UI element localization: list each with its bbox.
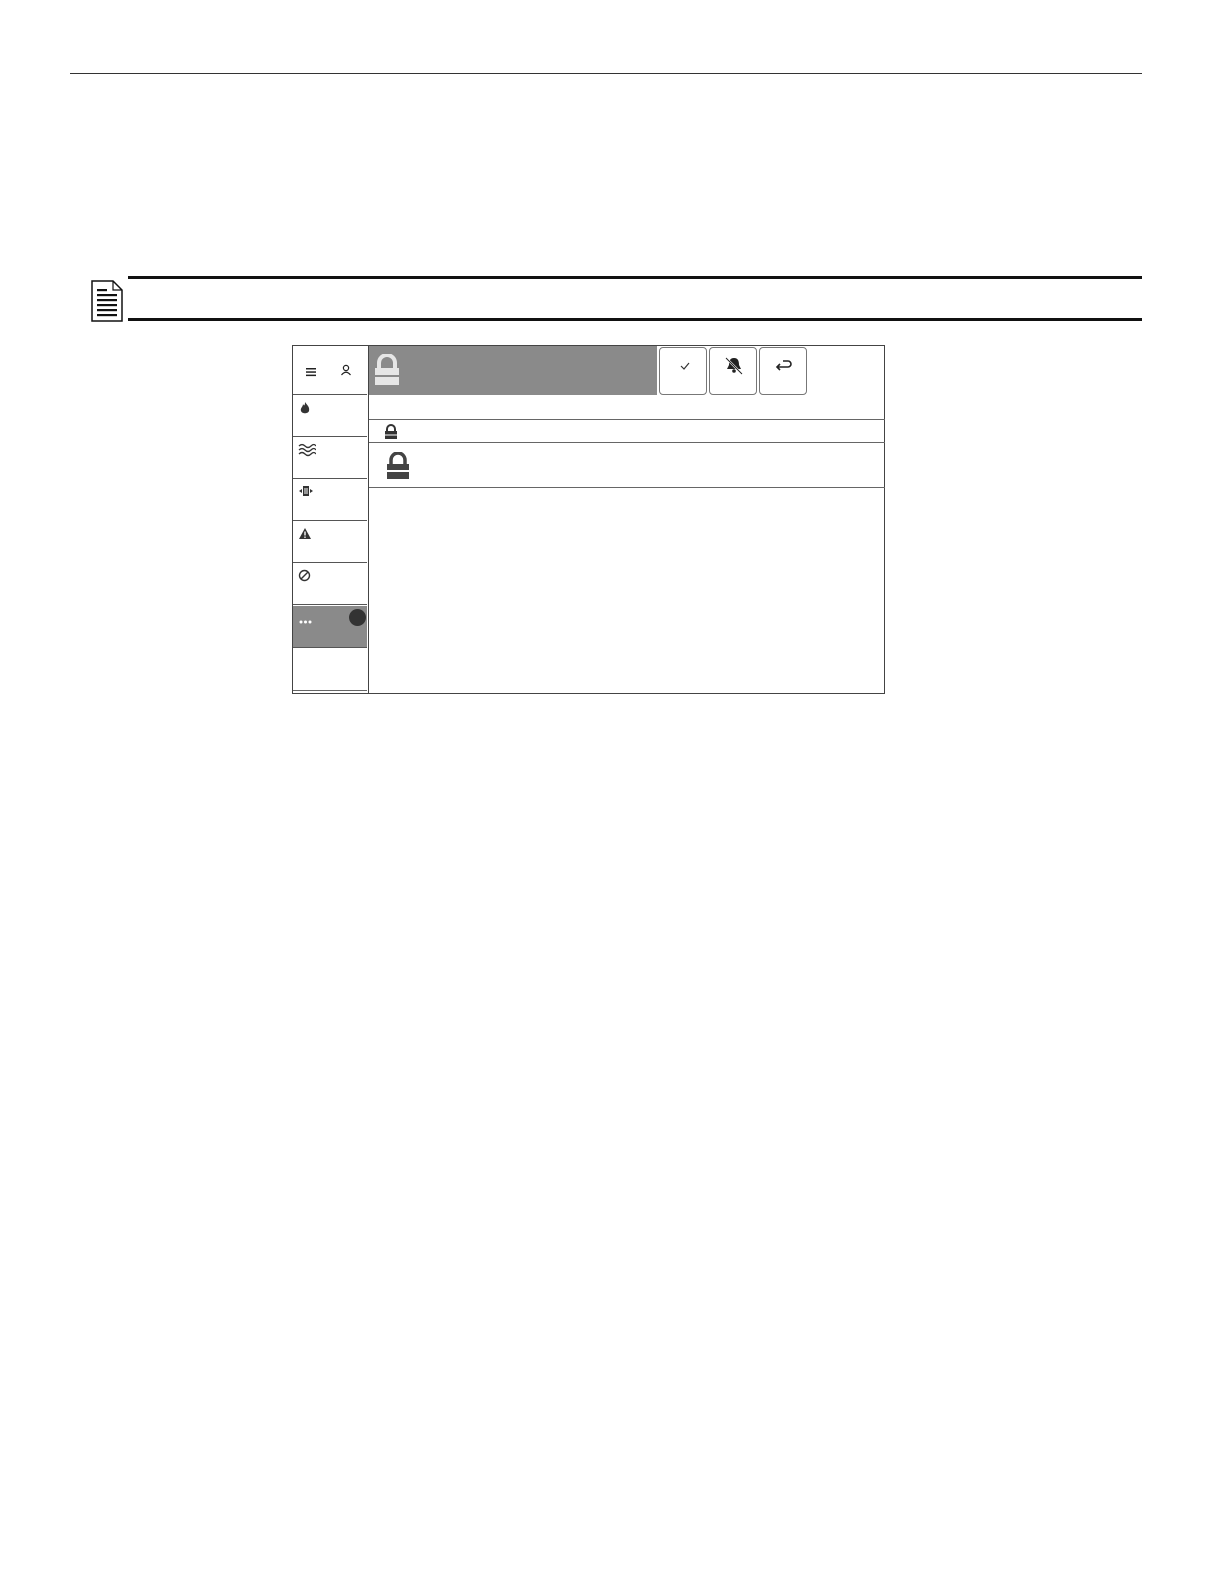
device-icon: [298, 485, 314, 501]
acknowledge-button[interactable]: [659, 347, 707, 395]
sidebar-item-fire[interactable]: [293, 395, 367, 437]
page-header-rule: [70, 73, 1142, 74]
more-icon: [298, 612, 314, 628]
sidebar: [293, 346, 369, 693]
sidebar-item-waves[interactable]: [293, 437, 367, 479]
list-row[interactable]: [369, 444, 885, 487]
menu-icon[interactable]: [306, 364, 318, 382]
warning-icon: [298, 527, 314, 543]
note-document-icon: [91, 280, 123, 322]
note-rule-bottom: [128, 318, 1142, 321]
status-banner: [369, 346, 657, 395]
sidebar-item-disabled[interactable]: [293, 563, 367, 605]
sidebar-item-empty: [293, 648, 367, 691]
row-divider: [369, 442, 885, 443]
waves-icon: [298, 443, 317, 459]
disabled-icon: [298, 569, 314, 585]
list-row-header: [369, 420, 885, 442]
fire-icon: [298, 401, 314, 417]
user-icon[interactable]: [340, 363, 352, 381]
panel-screen: [292, 345, 885, 694]
sidebar-item-more[interactable]: [293, 606, 367, 648]
note-rule-top: [128, 276, 1142, 279]
sidebar-header: [293, 346, 367, 395]
sidebar-item-device[interactable]: [293, 479, 367, 521]
padlock-icon: [386, 451, 410, 485]
silence-button[interactable]: [709, 347, 757, 395]
notification-badge: [349, 609, 366, 626]
sidebar-item-trouble[interactable]: [293, 521, 367, 563]
padlock-icon: [374, 353, 400, 391]
back-button[interactable]: [759, 347, 807, 395]
row-divider: [369, 487, 885, 488]
